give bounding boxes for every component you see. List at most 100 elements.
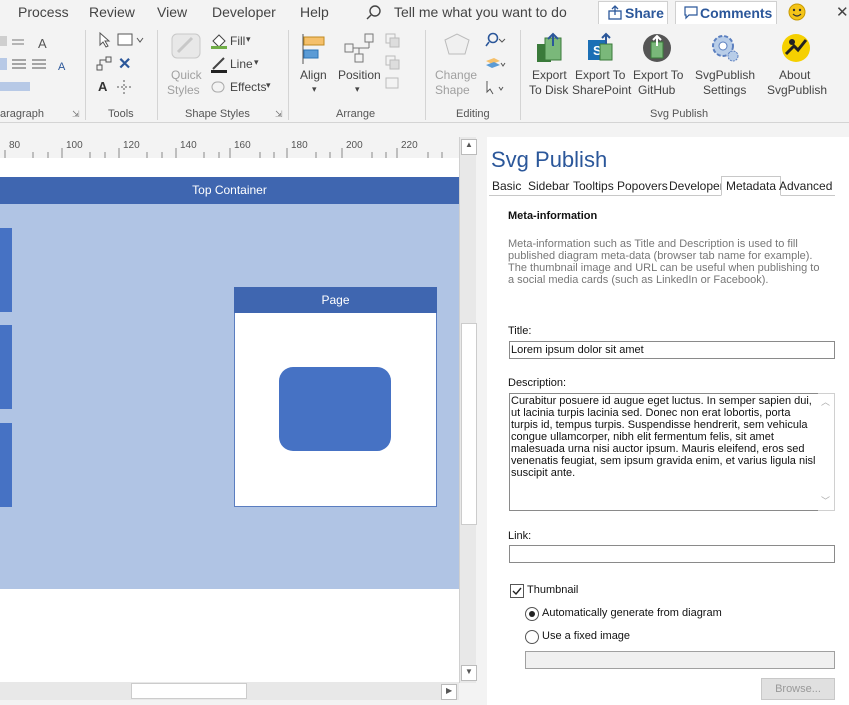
change-shape-label-2: Shape — [435, 83, 470, 97]
scroll-thumb[interactable] — [131, 683, 247, 699]
ribbon-separator — [425, 30, 426, 120]
scroll-thumb[interactable] — [461, 323, 477, 525]
left-shape[interactable] — [0, 423, 12, 507]
delete-x-icon[interactable]: ✕ — [118, 54, 131, 74]
tools-group-label: Tools — [108, 108, 134, 120]
tab-popovers[interactable]: Popovers — [617, 179, 668, 193]
scroll-up-button[interactable]: ▲ — [461, 139, 477, 155]
quick-styles-icon[interactable] — [170, 32, 204, 62]
effects-label[interactable]: Effects — [230, 80, 266, 94]
export-to-github-icon[interactable] — [641, 32, 673, 64]
about-icon[interactable] — [780, 32, 812, 64]
text-tool-icon[interactable]: A — [98, 79, 107, 94]
export-to-disk-label-1: Export — [532, 68, 567, 82]
align-icon[interactable] — [300, 32, 332, 66]
tab-metadata[interactable]: Metadata — [721, 176, 782, 196]
tab-advanced[interactable]: Advanced — [779, 179, 832, 193]
description-scrollbar[interactable]: ︿ ﹀ — [818, 393, 835, 511]
svg-text:A: A — [38, 36, 47, 51]
smiley-icon[interactable] — [788, 3, 806, 21]
select-icon[interactable] — [484, 80, 506, 96]
fill-dropdown-icon[interactable]: ▾ — [246, 34, 251, 45]
rounded-rectangle-shape[interactable] — [279, 367, 391, 451]
tab-developer[interactable]: Developer — [669, 179, 724, 193]
export-to-sharepoint-label-2: SharePoint — [572, 83, 632, 97]
chevron-down-icon[interactable]: ﹀ — [821, 494, 830, 507]
close-icon[interactable]: ✕ — [836, 3, 849, 21]
scroll-right-button[interactable]: ▶ — [441, 684, 457, 700]
horizontal-ruler: 80 100 120 140 160 180 200 220 — [0, 136, 459, 159]
share-label: Share — [625, 5, 664, 21]
fill-icon[interactable] — [210, 32, 228, 50]
svg-publish-pane: Svg Publish Basic Sidebar Tooltips Popov… — [487, 137, 849, 705]
settings-label-1: SvgPublish — [695, 68, 756, 82]
thumbnail-checkbox[interactable] — [510, 584, 524, 598]
top-container-header[interactable]: Top Container — [0, 177, 459, 204]
menu-help[interactable]: Help — [300, 4, 329, 20]
export-to-github-label-1: Export To — [633, 68, 684, 82]
radio-fixed-image[interactable] — [525, 630, 539, 644]
title-field[interactable]: Lorem ipsum dolor sit amet — [509, 341, 835, 359]
comments-button[interactable]: Comments — [675, 1, 777, 25]
connection-point-icon[interactable] — [116, 79, 132, 95]
settings-gear-icon[interactable] — [707, 32, 741, 64]
horizontal-scrollbar[interactable]: ▶ — [0, 682, 459, 700]
position-dropdown-icon[interactable]: ▾ — [355, 82, 360, 97]
effects-dropdown-icon[interactable]: ▾ — [266, 80, 271, 91]
change-shape-icon[interactable] — [440, 32, 474, 62]
paragraph-align-icons[interactable]: A A — [0, 32, 78, 92]
section-title: Meta-information — [508, 210, 598, 222]
search-icon — [366, 5, 381, 20]
fill-label[interactable]: Fill — [230, 34, 245, 48]
menu-developer[interactable]: Developer — [212, 4, 276, 20]
ribbon-separator — [157, 30, 158, 120]
effects-icon[interactable] — [210, 79, 228, 95]
link-field[interactable] — [509, 545, 835, 563]
tab-tooltips[interactable]: Tooltips — [573, 179, 614, 193]
arrange-small-icons[interactable] — [384, 30, 414, 90]
position-icon[interactable] — [343, 32, 377, 66]
layers-icon[interactable] — [484, 56, 506, 72]
left-shape[interactable] — [0, 228, 12, 312]
export-to-sharepoint-icon[interactable]: S — [584, 32, 616, 64]
line-icon[interactable] — [210, 56, 228, 74]
thumbnail-label: Thumbnail — [527, 584, 579, 596]
tab-sidebar[interactable]: Sidebar — [528, 179, 569, 193]
connector-tool-icon[interactable] — [96, 56, 112, 72]
link-label: Link: — [508, 530, 532, 542]
svg-publish-group-label: Svg Publish — [650, 108, 709, 120]
align-dropdown-icon[interactable]: ▾ — [312, 82, 317, 97]
menu-process[interactable]: Process — [18, 4, 69, 20]
ribbon-separator — [288, 30, 289, 120]
line-label[interactable]: Line — [230, 57, 253, 71]
arrow-down-icon: ▼ — [465, 667, 473, 676]
page-container-header[interactable]: Page — [234, 287, 437, 313]
find-icon[interactable] — [484, 32, 506, 48]
radio-auto-generate[interactable] — [525, 607, 539, 621]
vertical-scrollbar[interactable]: ▲ ▼ — [459, 137, 477, 683]
left-shape[interactable] — [0, 325, 12, 409]
arrow-up-icon: ▲ — [465, 140, 473, 149]
tab-basic[interactable]: Basic — [492, 179, 521, 193]
radio-auto-label: Automatically generate from diagram — [542, 607, 722, 619]
menu-bar: Process Review View Developer Help Tell … — [0, 0, 849, 25]
export-to-disk-icon[interactable] — [533, 32, 565, 64]
align-label: Align — [300, 68, 327, 82]
menu-view[interactable]: View — [157, 4, 187, 20]
description-textarea[interactable]: Curabitur posuere id augue eget luctus. … — [509, 393, 820, 511]
quick-styles-label-2: Styles — [167, 83, 200, 97]
comment-icon — [684, 6, 698, 20]
menu-review[interactable]: Review — [89, 4, 135, 20]
radio-selected-dot — [529, 611, 535, 617]
rectangle-tool-icon[interactable] — [117, 32, 145, 48]
dialog-launcher-icon[interactable]: ⇲ — [72, 109, 80, 120]
settings-label-2: Settings — [703, 83, 747, 97]
editing-group-label: Editing — [456, 108, 490, 120]
line-dropdown-icon[interactable]: ▾ — [254, 57, 259, 68]
dialog-launcher-icon[interactable]: ⇲ — [275, 109, 283, 120]
pointer-tool-icon[interactable] — [98, 32, 112, 48]
chevron-up-icon[interactable]: ︿ — [821, 395, 830, 408]
scroll-down-button[interactable]: ▼ — [461, 665, 477, 681]
share-button[interactable]: Share — [598, 1, 668, 25]
export-to-github-label-2: GitHub — [638, 83, 676, 97]
